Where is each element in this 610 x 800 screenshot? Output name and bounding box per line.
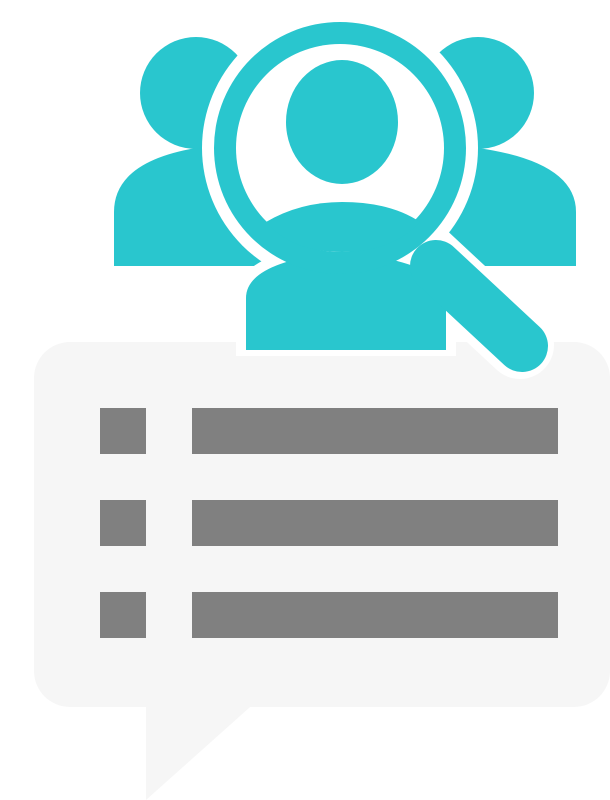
list-bullet [100,408,146,454]
illustration-canvas [0,0,610,800]
lens-person-head [286,60,398,184]
list-line [192,408,558,454]
people-search-icon [114,10,576,379]
list-line [192,592,558,638]
list-line [192,500,558,546]
list-bullet [100,592,146,638]
speech-bubble-tail [146,700,258,800]
list-bullet [100,500,146,546]
people-search-list-illustration [34,10,610,800]
